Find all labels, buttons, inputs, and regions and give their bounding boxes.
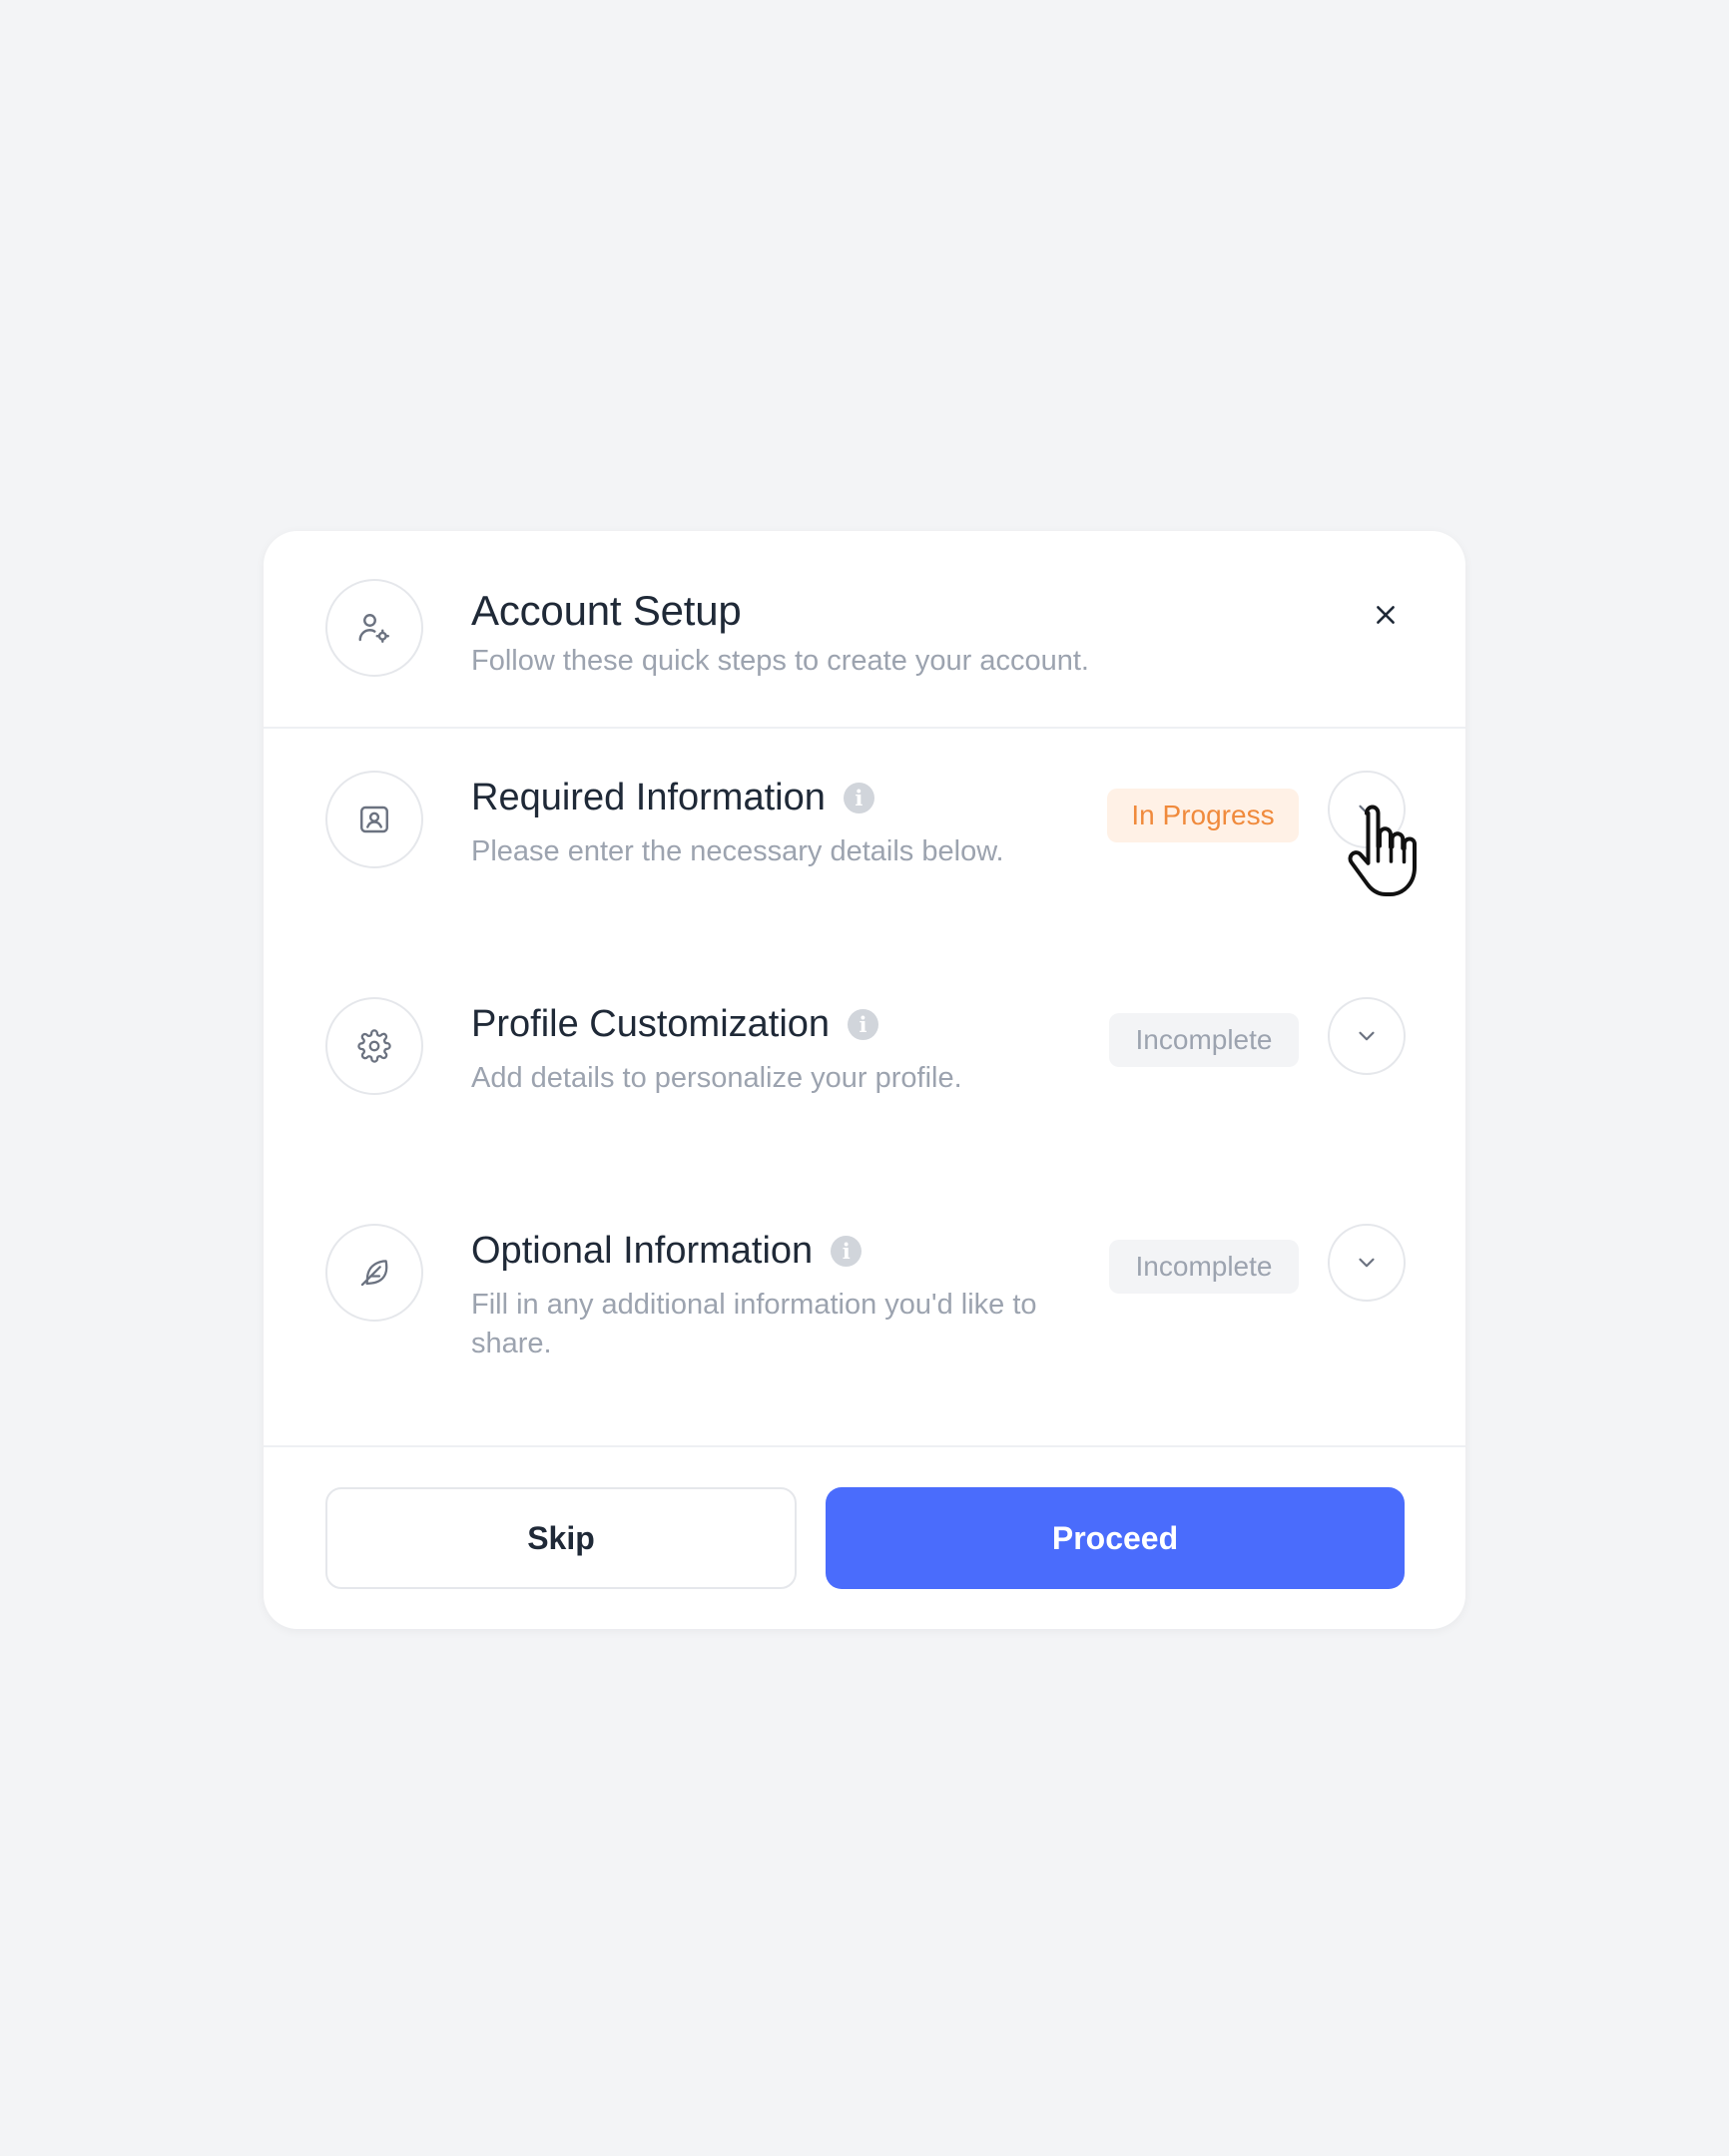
- step-title: Optional Information i: [471, 1230, 863, 1273]
- chevron-down-icon: [1359, 1031, 1375, 1041]
- status-badge: In Progress: [1107, 789, 1299, 842]
- chevron-down-icon: [1359, 805, 1375, 814]
- user-gear-icon: [325, 579, 423, 677]
- step-title-text: Required Information: [471, 777, 826, 818]
- info-icon[interactable]: i: [848, 1009, 879, 1040]
- step-description: Add details to personalize your profile.: [471, 1062, 962, 1094]
- step-profile-customization: Profile Customization i Add details to p…: [264, 997, 1465, 1197]
- header-divider: [264, 727, 1465, 729]
- step-description: Please enter the necessary details below…: [471, 835, 1004, 867]
- close-button[interactable]: [1360, 589, 1412, 641]
- feather-icon: [325, 1224, 423, 1322]
- dialog-subtitle: Follow these quick steps to create your …: [471, 645, 1089, 677]
- expand-button[interactable]: [1328, 771, 1406, 848]
- step-title-text: Profile Customization: [471, 1003, 831, 1045]
- step-title-text: Optional Information: [471, 1230, 814, 1272]
- step-required-information: Required Information i Please enter the …: [264, 771, 1465, 970]
- step-title: Profile Customization i: [471, 1003, 879, 1046]
- expand-button[interactable]: [1328, 1224, 1406, 1302]
- status-badge: Incomplete: [1109, 1013, 1299, 1067]
- dialog-title: Account Setup: [471, 587, 742, 634]
- proceed-button[interactable]: Proceed: [826, 1487, 1405, 1589]
- footer-divider: [264, 1445, 1465, 1447]
- info-icon[interactable]: i: [843, 783, 874, 813]
- step-optional-information: Optional Information i Fill in any addit…: [264, 1224, 1465, 1423]
- gear-icon: [325, 997, 423, 1095]
- info-icon[interactable]: i: [831, 1236, 863, 1267]
- skip-button[interactable]: Skip: [325, 1487, 797, 1589]
- step-description: Fill in any additional information you'd…: [471, 1289, 1037, 1359]
- chevron-down-icon: [1359, 1258, 1375, 1268]
- step-title: Required Information i: [471, 777, 874, 819]
- expand-button[interactable]: [1328, 997, 1406, 1075]
- close-icon: [1377, 606, 1395, 624]
- status-badge: Incomplete: [1109, 1240, 1299, 1294]
- id-card-icon: [325, 771, 423, 868]
- account-setup-dialog: Account Setup Follow these quick steps t…: [264, 531, 1465, 1629]
